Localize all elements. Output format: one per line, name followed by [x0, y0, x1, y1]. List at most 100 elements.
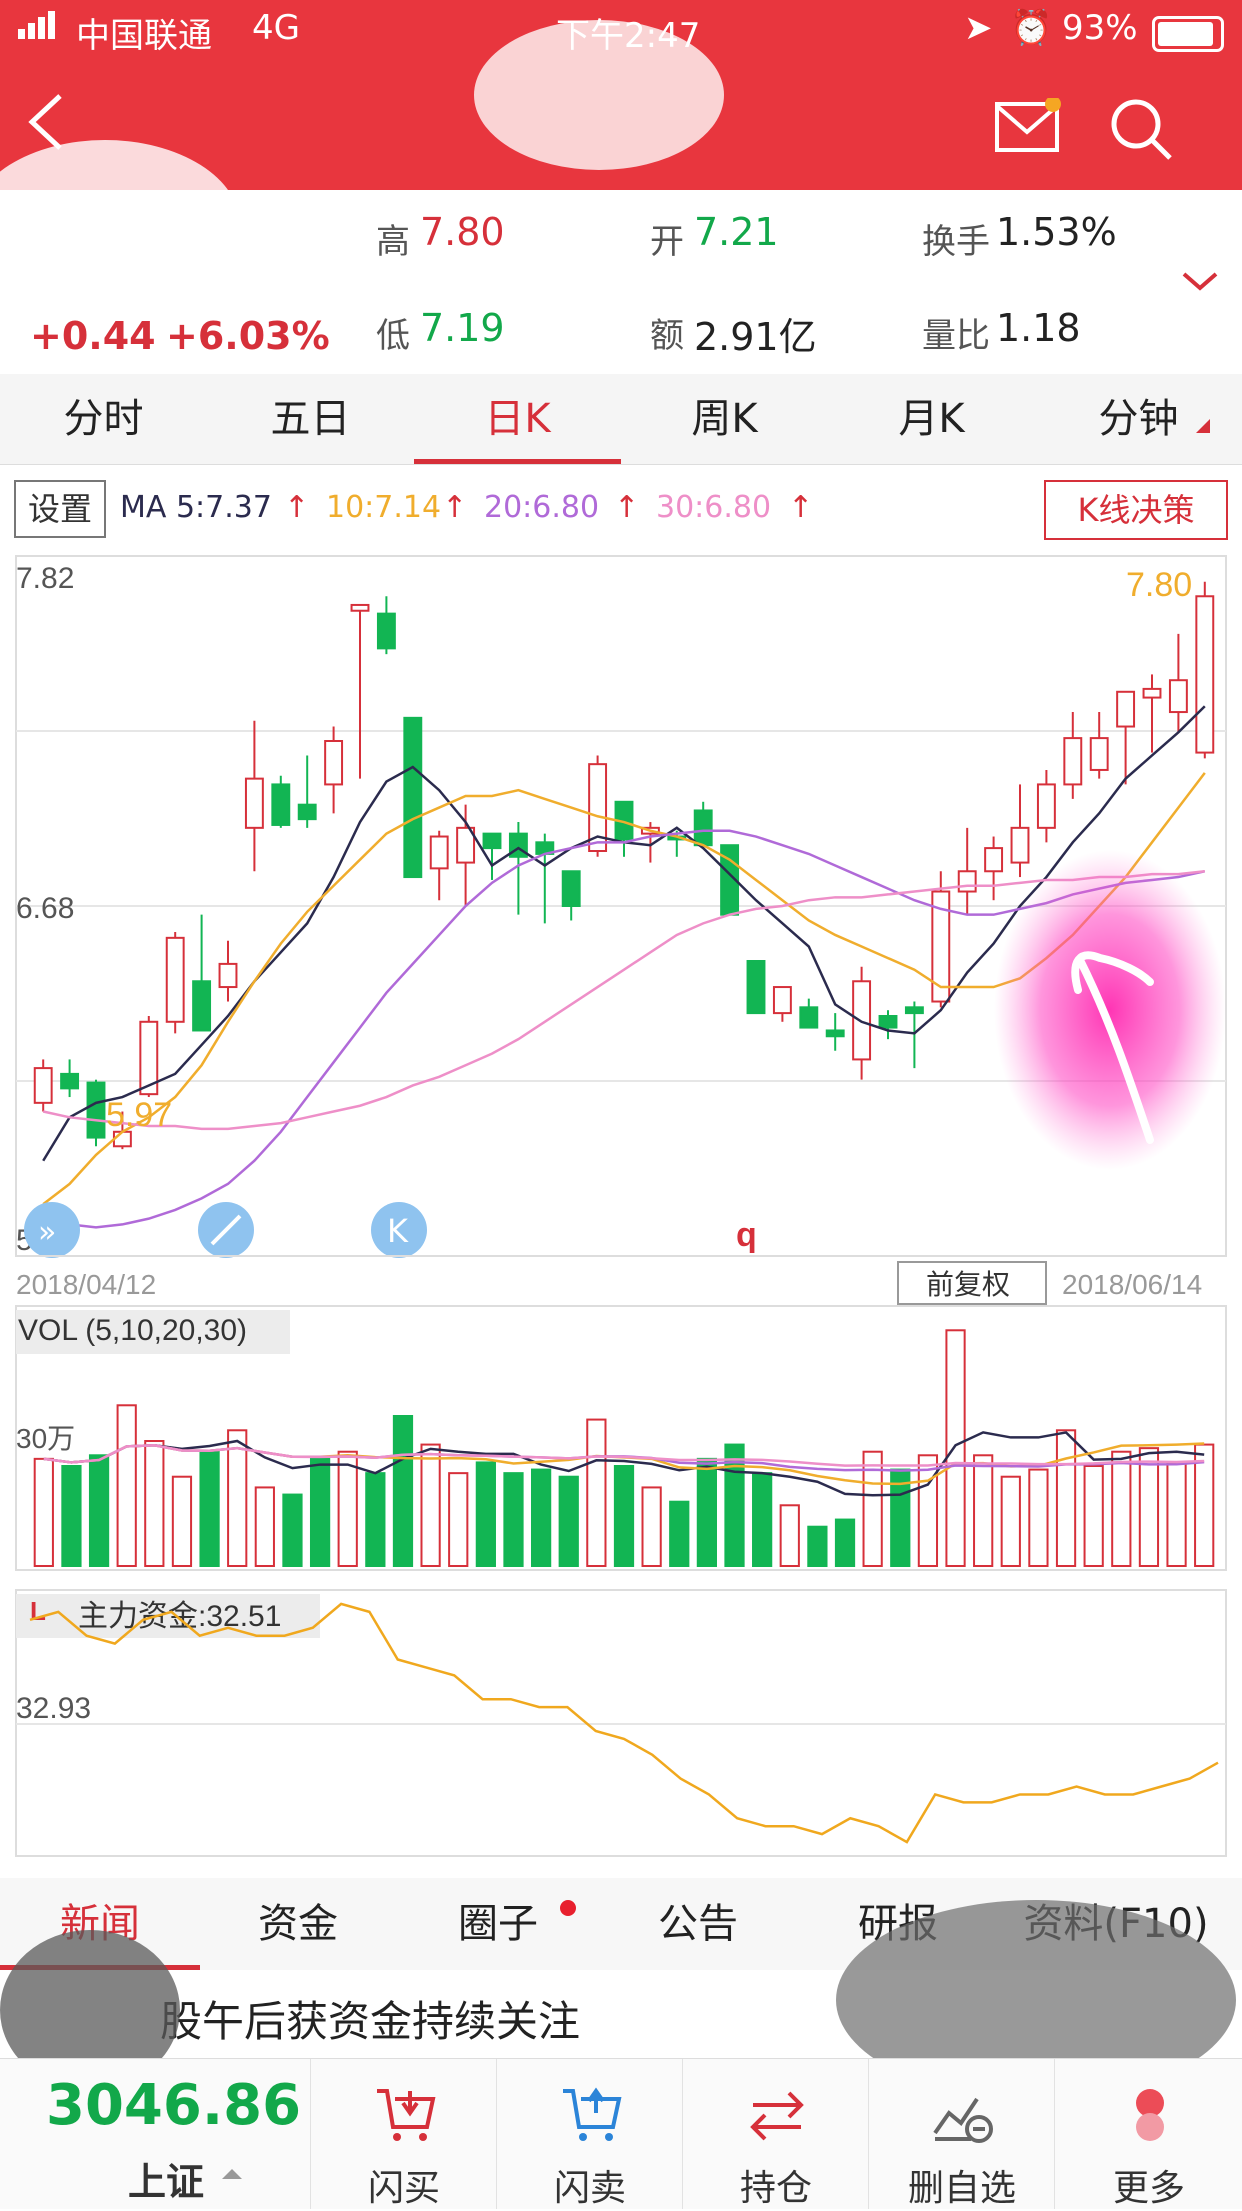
volume-bar [1111, 1450, 1132, 1567]
y-tick-label: 7.82 [16, 562, 74, 595]
adjust-price-button[interactable]: 前复权 [897, 1261, 1047, 1305]
max-price-annotation: 7.80 [1126, 566, 1192, 604]
candle-body [693, 809, 713, 847]
double-chevron-icon: » [38, 1215, 56, 1250]
remove-watchlist-label: 删自选 [907, 2168, 1016, 2209]
volume-bar [1138, 1447, 1160, 1567]
candle-body [218, 962, 238, 989]
candle-body [1116, 690, 1136, 728]
volume-bar [834, 1518, 856, 1567]
bottom-toolbar: 3046.86 上证 闪买 闪卖 持仓 删自选 更多 [0, 2058, 1242, 2209]
candle-body [33, 1067, 53, 1104]
remove-watchlist-button[interactable]: 删自选 [868, 2059, 1055, 2209]
volume-bar [309, 1457, 331, 1568]
candle-body [772, 986, 792, 1015]
volume-bar [1000, 1475, 1021, 1567]
positions-button[interactable]: 持仓 [682, 2059, 869, 2209]
k-indicator-button[interactable]: K [371, 1202, 427, 1258]
volume-bar [171, 1475, 193, 1567]
volume-bar [254, 1486, 275, 1568]
more-label: 更多 [1112, 2168, 1185, 2209]
flash-sell-button[interactable]: 闪卖 [496, 2059, 683, 2209]
highlight-glow [994, 850, 1226, 1170]
volume-bar [779, 1504, 800, 1568]
candle-body [1063, 737, 1083, 786]
volume-bar [144, 1440, 165, 1567]
fullscreen-button[interactable] [198, 1202, 254, 1258]
tab-announcements[interactable]: 公告 [598, 1878, 798, 1970]
chart-area[interactable]: 7.82 6.68 5.54 7.80 5.97 q » K 2018/04/1… [0, 0, 1242, 1878]
candle-body [1195, 595, 1215, 754]
volume-bar [558, 1475, 579, 1567]
volume-bar [475, 1461, 496, 1568]
capital-y-tick: 32.93 [16, 1692, 91, 1725]
candle-body [297, 803, 317, 821]
volume-bar [973, 1454, 994, 1568]
min-price-annotation: 5.97 [106, 1096, 172, 1134]
candle-body [878, 1015, 898, 1029]
volume-bar [227, 1429, 248, 1568]
volume-bar [337, 1450, 358, 1567]
notification-dot [560, 1900, 576, 1916]
candle-body [825, 1029, 845, 1038]
caret-up-icon [222, 2169, 242, 2179]
volume-bar [1166, 1461, 1187, 1568]
chart-remove-icon [933, 2097, 993, 2143]
volume-bar [392, 1415, 414, 1567]
candle-body [482, 832, 502, 850]
candle-body [429, 835, 449, 870]
volume-bar [641, 1486, 662, 1568]
volume-bar [116, 1404, 137, 1568]
volume-bar [61, 1465, 82, 1567]
index-name: 上证 [128, 2160, 205, 2204]
volume-bar [917, 1454, 939, 1568]
flash-buy-button[interactable]: 闪买 [310, 2059, 497, 2209]
volume-bar [669, 1500, 690, 1567]
volume-bar [1083, 1465, 1104, 1567]
volume-bar [586, 1418, 607, 1567]
cart-up-icon [563, 2087, 622, 2141]
flash-buy-label: 闪买 [367, 2168, 440, 2209]
candle-body [799, 1006, 819, 1029]
candle-body [1168, 679, 1188, 714]
candle-body [86, 1081, 106, 1139]
volume-y-tick: 30万 [16, 1423, 75, 1454]
candle-body [1036, 783, 1056, 829]
candle-body [165, 936, 185, 1023]
scroll-left-button[interactable]: » [24, 1202, 80, 1258]
tab-capital[interactable]: 资金 [198, 1878, 398, 1970]
index-value: 3046.86 [46, 2073, 302, 2138]
news-headline[interactable]: 股午后获资金持续关注 [160, 1988, 580, 2049]
cart-down-icon [377, 2089, 436, 2141]
candle-body [1089, 737, 1109, 771]
candle-body [561, 870, 581, 908]
volume-bar [1055, 1429, 1077, 1568]
volume-bar [282, 1493, 303, 1567]
candle-body [244, 777, 264, 829]
candle-body [403, 716, 423, 879]
flash-sell-label: 闪卖 [553, 2168, 626, 2209]
volume-bar [448, 1472, 469, 1567]
more-icon [1136, 2089, 1164, 2141]
index-ticker[interactable]: 3046.86 上证 [0, 2059, 310, 2209]
candle-body [904, 1006, 924, 1015]
candle-body [984, 847, 1004, 873]
candle-body [1010, 826, 1030, 864]
candle-body [350, 603, 370, 612]
tab-circle[interactable]: 圈子 [398, 1878, 598, 1970]
volume-bar [613, 1465, 635, 1567]
volume-bar [752, 1472, 773, 1567]
volume-bar [503, 1472, 524, 1567]
volume-bar [33, 1457, 54, 1568]
candle-body [1142, 687, 1162, 699]
volume-title: VOL (5,10,20,30) [18, 1314, 247, 1347]
volume-bar [1028, 1468, 1049, 1567]
date-end: 2018/06/14 [1062, 1269, 1202, 1300]
candle-body [746, 960, 766, 1015]
swap-arrows-icon [750, 2091, 804, 2141]
volume-bar [530, 1468, 552, 1567]
volume-bar [199, 1450, 220, 1567]
k-letter-icon: K [387, 1212, 409, 1250]
volume-bar [696, 1457, 718, 1568]
more-button[interactable]: 更多 [1054, 2059, 1242, 2209]
